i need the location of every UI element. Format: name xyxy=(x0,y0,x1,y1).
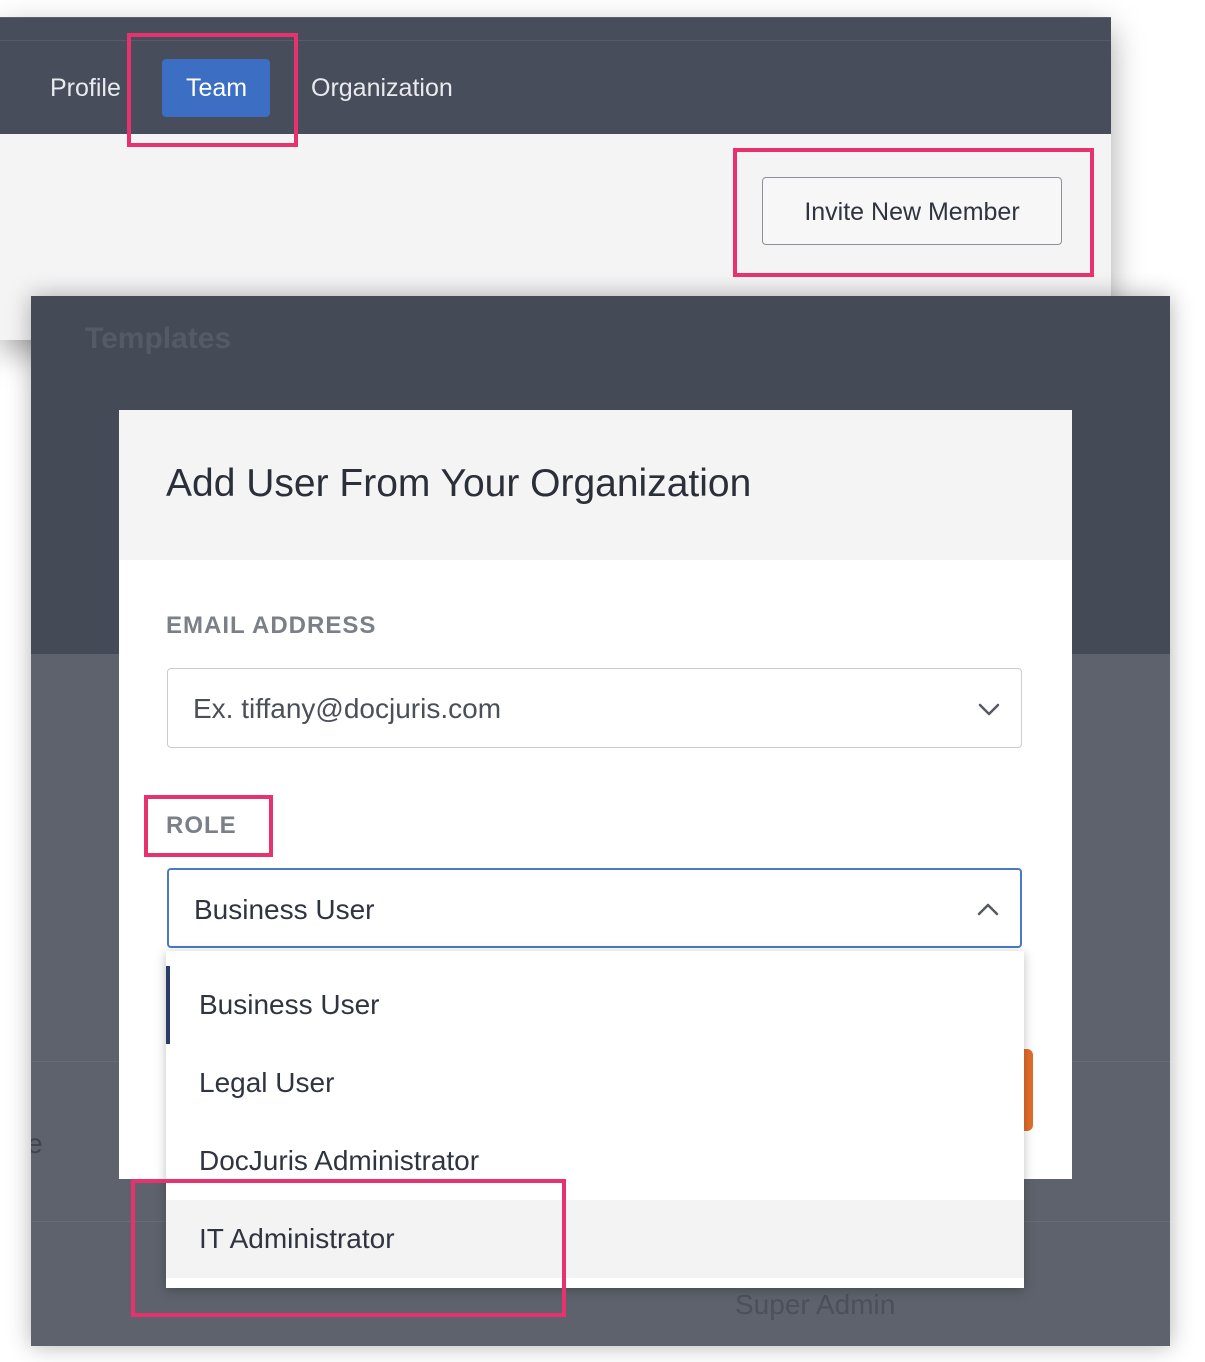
highlight-invite-button xyxy=(733,148,1094,277)
highlight-role-label xyxy=(144,795,273,857)
background-templates-title: Templates xyxy=(85,322,232,355)
modal-header: Add User From Your Organization xyxy=(119,410,1072,560)
tab-organization[interactable]: Organization xyxy=(287,59,477,117)
chevron-down-icon xyxy=(978,703,1000,716)
role-option-legal-user[interactable]: Legal User xyxy=(166,1044,1024,1122)
role-select[interactable]: Business User xyxy=(167,868,1022,948)
highlight-team-tab xyxy=(127,33,298,147)
highlight-it-administrator xyxy=(131,1179,566,1317)
email-address-label: EMAIL ADDRESS xyxy=(166,612,377,639)
role-selected-value: Business User xyxy=(194,894,375,925)
email-placeholder: Ex. tiffany@docjuris.com xyxy=(193,693,502,724)
background-partial-text: e xyxy=(31,1128,43,1159)
background-role-cell: Super Admin xyxy=(735,1289,896,1320)
role-option-business-user[interactable]: Business User xyxy=(166,966,1024,1044)
chevron-up-icon xyxy=(977,903,999,916)
email-select[interactable]: Ex. tiffany@docjuris.com xyxy=(167,668,1022,748)
modal-title: Add User From Your Organization xyxy=(166,462,752,505)
